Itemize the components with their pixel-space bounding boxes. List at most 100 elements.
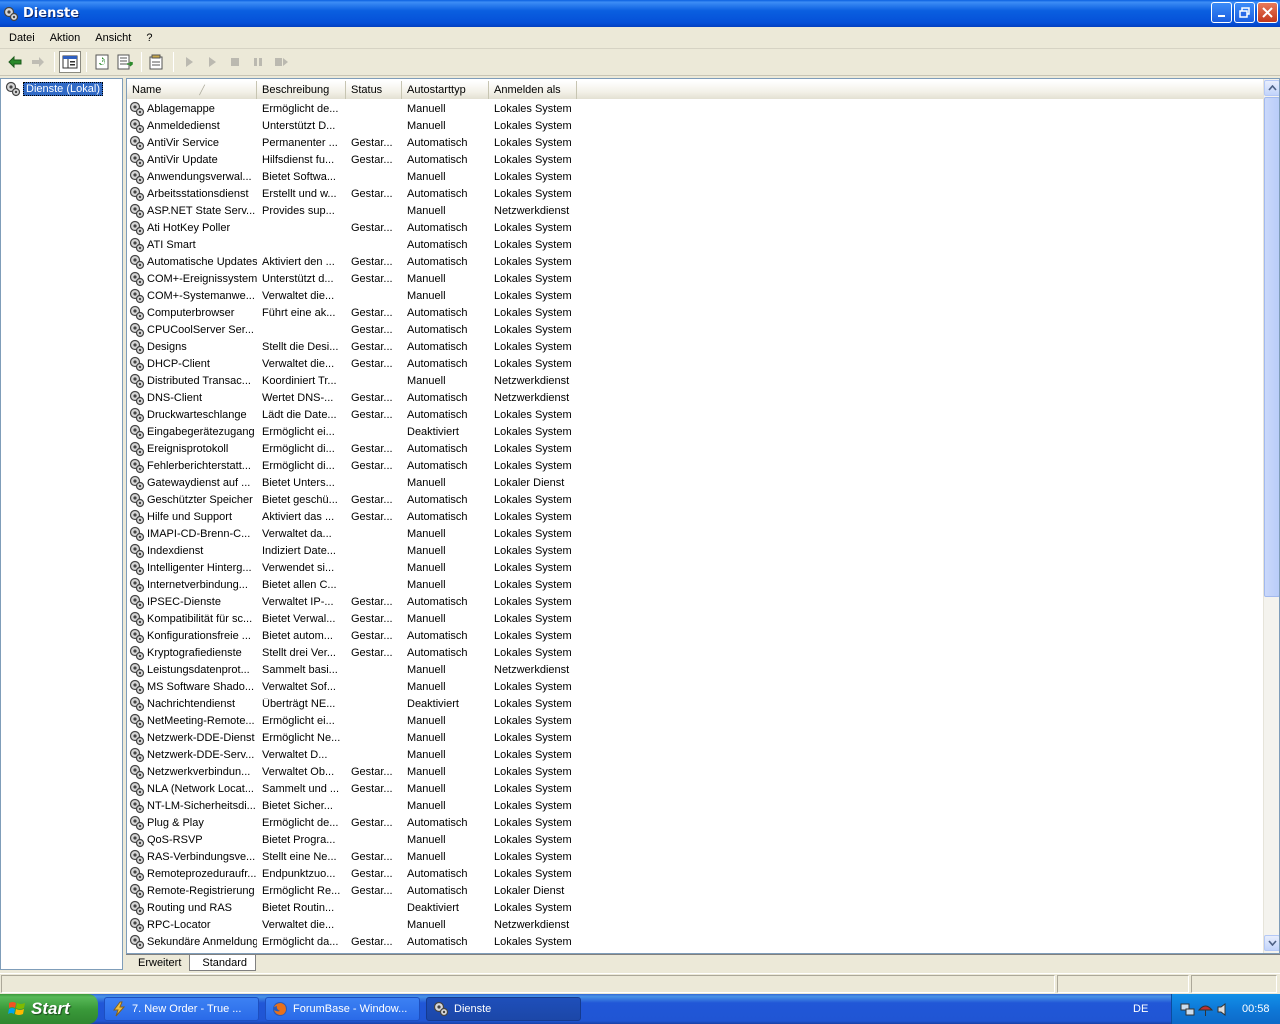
table-row[interactable]: Ereignisprotokoll Ermöglicht di... Gestar.… (127, 440, 1265, 457)
table-row[interactable]: Gatewaydienst auf ... Bietet Unters... Man… (127, 474, 1265, 491)
column-header-startup-type[interactable]: Autostarttyp (402, 81, 489, 99)
table-row[interactable]: Geschützter Speicher Bietet geschü... Gest… (127, 491, 1265, 508)
service-startup-type: Automatisch (407, 187, 468, 200)
table-row[interactable]: Arbeitsstationsdienst Erstellt und w... Ge… (127, 185, 1265, 202)
service-startup-type: Automatisch (407, 884, 468, 897)
menu-help[interactable]: ? (140, 32, 158, 44)
service-startup-type: Manuell (407, 731, 446, 744)
start-button[interactable]: Start (0, 994, 98, 1024)
menu-aktion[interactable]: Aktion (44, 32, 87, 44)
table-row[interactable]: Netzwerk-DDE-Serv... Verwaltet D... Manuel… (127, 746, 1265, 763)
task-button-forumbase[interactable]: ForumBase - Window... (265, 997, 420, 1021)
table-row[interactable]: Computerbrowser Führt eine ak... Gestar...… (127, 304, 1265, 321)
table-row[interactable]: Konfigurationsfreie ... Bietet autom... Ge… (127, 627, 1265, 644)
table-row[interactable]: IMAPI-CD-Brenn-C... Verwaltet da... Manuel… (127, 525, 1265, 542)
table-row[interactable]: Fehlerberichterstatt... Ermöglicht di... G… (127, 457, 1265, 474)
table-row[interactable]: ASP.NET State Serv... Provides sup... Manu… (127, 202, 1265, 219)
table-row[interactable]: DNS-Client Wertet DNS-... Gestar... Automat… (127, 389, 1265, 406)
table-row[interactable]: Remote-Registrierung Ermöglicht Re... Gest… (127, 882, 1265, 899)
back-button[interactable] (4, 51, 26, 73)
pause-service-button[interactable] (247, 51, 269, 73)
service-startup-type: Automatisch (407, 867, 468, 880)
column-header-logon-as[interactable]: Anmelden als (489, 81, 577, 99)
table-row[interactable]: IPSEC-Dienste Verwaltet IP-... Gestar... Au… (127, 593, 1265, 610)
stop-service-button[interactable] (224, 51, 246, 73)
services-list: Ablagemappe Ermöglicht de... Manuell Lokale… (127, 100, 1265, 950)
menu-datei[interactable]: Datei (3, 32, 41, 44)
table-row[interactable]: Nachrichtendienst Überträgt NE... Deaktivi… (127, 695, 1265, 712)
table-row[interactable]: Hilfe und Support Aktiviert das ... Gestar… (127, 508, 1265, 525)
clock[interactable]: 00:58 (1242, 1003, 1270, 1015)
table-row[interactable]: COM+-Ereignissystem Unterstützt d... Gesta… (127, 270, 1265, 287)
start-service-params-button[interactable] (201, 51, 223, 73)
table-row[interactable]: ATI Smart Automatisch Lokales System (127, 236, 1265, 253)
refresh-button[interactable] (91, 51, 113, 73)
table-row[interactable]: RAS-Verbindungsve... Stellt eine Ne... Ges… (127, 848, 1265, 865)
table-row[interactable]: Distributed Transac... Koordiniert Tr... M… (127, 372, 1265, 389)
table-row[interactable]: NLA (Network Locat... Sammelt und ... Gest… (127, 780, 1265, 797)
task-button-new-order[interactable]: 7. New Order - True ... (104, 997, 259, 1021)
table-row[interactable]: Routing und RAS Bietet Routin... Deaktivie… (127, 899, 1265, 916)
scroll-down-button[interactable] (1264, 935, 1279, 951)
table-row[interactable]: Automatische Updates Aktiviert den ... Ges… (127, 253, 1265, 270)
forward-button[interactable] (27, 51, 49, 73)
table-row[interactable]: Designs Stellt die Desi... Gestar... Automa… (127, 338, 1265, 355)
antivir-umbrella-icon[interactable] (1198, 1002, 1213, 1017)
export-list-button[interactable] (114, 51, 136, 73)
table-row[interactable]: Eingabegerätezugang Ermöglicht ei... Deakt… (127, 423, 1265, 440)
service-gear-icon (129, 339, 145, 354)
restore-button[interactable] (1234, 2, 1255, 23)
table-row[interactable]: Ablagemappe Ermöglicht de... Manuell Lokale… (127, 100, 1265, 117)
title-bar[interactable]: Dienste (0, 0, 1280, 27)
table-row[interactable]: Plug & Play Ermöglicht de... Gestar... Auto… (127, 814, 1265, 831)
table-row[interactable]: Kompatibilität für sc... Bietet Verwal...… (127, 610, 1265, 627)
table-row[interactable]: NetMeeting-Remote... Ermöglicht ei... Manu… (127, 712, 1265, 729)
table-row[interactable]: Ati HotKey Poller Gestar... Automatisch Lok… (127, 219, 1265, 236)
show-hide-tree-button[interactable] (59, 51, 81, 73)
table-row[interactable]: CPUCoolServer Ser... Gestar... Automatisch… (127, 321, 1265, 338)
table-row[interactable]: Leistungsdatenprot... Sammelt basi... Manu… (127, 661, 1265, 678)
service-gear-icon (129, 730, 145, 745)
table-row[interactable]: Anwendungsverwal... Bietet Softwa... Manue… (127, 168, 1265, 185)
service-gear-icon (129, 254, 145, 269)
table-row[interactable]: DHCP-Client Verwaltet die... Gestar... Auto… (127, 355, 1265, 372)
table-row[interactable]: Anmeldedienst Unterstützt D... Manuell Loka… (127, 117, 1265, 134)
table-row[interactable]: Internetverbindung... Bietet allen C... Ma… (127, 576, 1265, 593)
network-icon[interactable] (1180, 1002, 1195, 1017)
table-row[interactable]: Remoteprozeduraufr... Endpunktzuo... Gesta… (127, 865, 1265, 882)
table-row[interactable]: Sekundäre Anmeldung Ermöglicht da... Gesta… (127, 933, 1265, 950)
properties-button[interactable] (146, 51, 168, 73)
restart-service-button[interactable] (270, 51, 292, 73)
table-row[interactable]: Druckwarteschlange Lädt die Date... Gestar… (127, 406, 1265, 423)
scrollbar-thumb[interactable] (1264, 97, 1279, 597)
minimize-button[interactable] (1211, 2, 1232, 23)
table-row[interactable]: AntiVir Service Permanenter ... Gestar... A… (127, 134, 1265, 151)
table-row[interactable]: Netzwerk-DDE-Dienst Ermöglicht Ne... Manue… (127, 729, 1265, 746)
tree-node-dienste-lokal[interactable]: Dienste (Lokal) (5, 81, 103, 97)
tab-standard[interactable]: Standard (189, 955, 257, 971)
task-button-dienste[interactable]: Dienste (426, 997, 581, 1021)
menu-ansicht[interactable]: Ansicht (89, 32, 137, 44)
tab-erweitert[interactable]: Erweitert (126, 955, 189, 971)
table-row[interactable]: COM+-Systemanwe... Verwaltet die... Manuel… (127, 287, 1265, 304)
column-header-name[interactable]: Name ╱ (127, 81, 257, 99)
table-row[interactable]: MS Software Shado... Verwaltet Sof... Manu… (127, 678, 1265, 695)
table-row[interactable]: AntiVir Update Hilfsdienst fu... Gestar...… (127, 151, 1265, 168)
vertical-scrollbar[interactable] (1263, 79, 1279, 953)
table-row[interactable]: Intelligenter Hinterg... Verwendet si... M… (127, 559, 1265, 576)
scroll-up-button[interactable] (1264, 80, 1279, 96)
table-row[interactable]: Kryptografiedienste Stellt drei Ver... Ges… (127, 644, 1265, 661)
close-button[interactable] (1257, 2, 1278, 23)
start-service-button[interactable] (178, 51, 200, 73)
table-row[interactable]: NT-LM-Sicherheitsdi... Bietet Sicher... Ma… (127, 797, 1265, 814)
table-row[interactable]: QoS-RSVP Bietet Progra... Manuell Lokales S… (127, 831, 1265, 848)
language-indicator[interactable]: DE (1133, 1003, 1148, 1015)
table-row[interactable]: Netzwerkverbindun... Verwaltet Ob... Gesta… (127, 763, 1265, 780)
table-row[interactable]: RPC-Locator Verwaltet die... Manuell Netzwe… (127, 916, 1265, 933)
service-description: Aktiviert den ... (262, 255, 335, 268)
service-name: Nachrichtendienst (147, 697, 236, 710)
column-header-status[interactable]: Status (346, 81, 402, 99)
table-row[interactable]: Indexdienst Indiziert Date... Manuell Lokal… (127, 542, 1265, 559)
column-header-description[interactable]: Beschreibung (257, 81, 346, 99)
volume-icon[interactable] (1216, 1002, 1231, 1017)
